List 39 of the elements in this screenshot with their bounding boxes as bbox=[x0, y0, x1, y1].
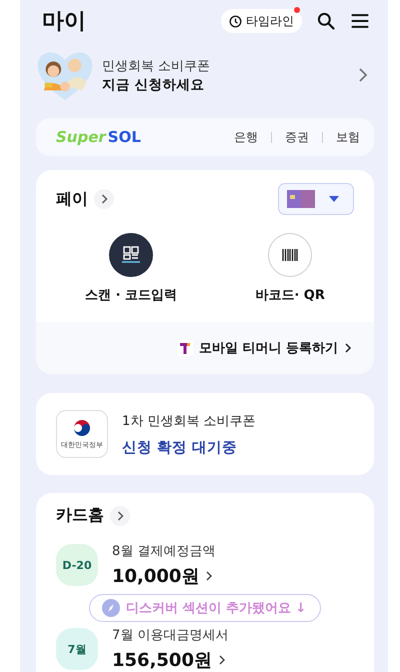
barcode-icon bbox=[268, 233, 312, 277]
chevron-right-icon[interactable] bbox=[110, 506, 130, 526]
clock-icon bbox=[229, 14, 242, 28]
coupon-title: 1차 민생회복 소비쿠폰 bbox=[122, 412, 256, 430]
bill-label: 7월 이용대금명세서 bbox=[112, 627, 228, 644]
pay-action[interactable]: 스캔 · 코드입력 bbox=[85, 233, 178, 304]
timeline-button[interactable]: 타임라인 bbox=[221, 9, 302, 33]
chevron-right-icon bbox=[205, 570, 214, 582]
due-badge: D-20 bbox=[56, 544, 98, 586]
section-title[interactable]: 카드홈 bbox=[56, 505, 104, 526]
super-sol-logo[interactable]: SuperSOL bbox=[56, 128, 141, 146]
banner-subtitle: 민생회복 소비쿠폰 bbox=[102, 58, 212, 74]
tmoney-link[interactable]: 모바일 티머니 등록하기 bbox=[176, 339, 352, 357]
app-link[interactable]: 증권 bbox=[285, 128, 309, 146]
due-badge: 7월 bbox=[56, 628, 98, 670]
chevron-right-icon bbox=[344, 342, 352, 354]
card-selector[interactable] bbox=[278, 183, 354, 215]
page-title: 마이 bbox=[42, 8, 86, 36]
banner-title: 지금 신청하세요 bbox=[102, 76, 206, 94]
app-link[interactable]: 은행 bbox=[234, 128, 258, 146]
chevron-right-icon bbox=[218, 654, 226, 666]
menu-icon[interactable] bbox=[350, 11, 370, 31]
chevron-right-icon bbox=[358, 67, 368, 83]
bill-amount[interactable]: 10,000원 bbox=[112, 564, 216, 588]
pay-action[interactable]: 바코드· QR bbox=[255, 233, 325, 304]
card-thumbnail bbox=[287, 190, 315, 208]
search-icon[interactable] bbox=[316, 11, 336, 31]
t-logo-icon bbox=[176, 340, 193, 356]
compass-icon bbox=[102, 599, 120, 617]
bill-label: 8월 결제예정금액 bbox=[112, 543, 216, 560]
taegeuk-icon bbox=[72, 418, 92, 438]
qr-scan-icon bbox=[109, 233, 154, 277]
coupon-status: 신청 확정 대기중 bbox=[122, 438, 238, 456]
bill-amount[interactable]: 156,500원 bbox=[112, 648, 228, 672]
coupon-banner[interactable]: 민생회복 소비쿠폰 지금 신청하세요 bbox=[36, 42, 374, 108]
app-link[interactable]: 보험 bbox=[336, 128, 360, 146]
chevron-right-icon[interactable] bbox=[94, 189, 114, 209]
caret-down-icon bbox=[329, 196, 339, 202]
section-title[interactable]: 페이 bbox=[56, 188, 88, 210]
